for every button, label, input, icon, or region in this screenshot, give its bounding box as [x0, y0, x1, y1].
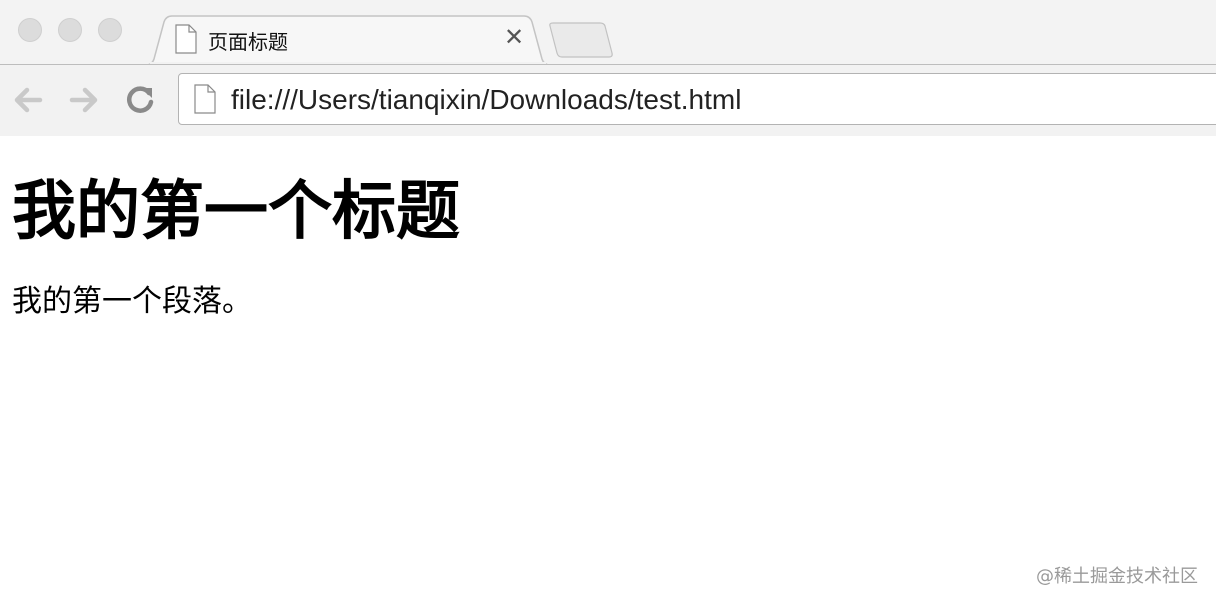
tab-strip: 页面标题 ✕	[0, 0, 1216, 66]
page-content: 我的第一个标题 我的第一个段落。	[0, 136, 1216, 604]
zoom-window-button[interactable]	[98, 18, 122, 42]
arrow-right-icon[interactable]	[66, 82, 102, 118]
url-text[interactable]: file:///Users/tianqixin/Downloads/test.h…	[231, 84, 741, 116]
arrow-left-icon[interactable]	[10, 82, 46, 118]
new-tab-button[interactable]	[548, 22, 614, 58]
address-bar[interactable]: file:///Users/tianqixin/Downloads/test.h…	[178, 73, 1216, 125]
page-heading: 我的第一个标题	[12, 175, 460, 249]
tab-title: 页面标题	[208, 30, 288, 54]
minimize-window-button[interactable]	[58, 18, 82, 42]
close-window-button[interactable]	[18, 18, 42, 42]
close-tab-icon[interactable]: ✕	[502, 26, 526, 50]
toolbar: file:///Users/tianqixin/Downloads/test.h…	[0, 64, 1216, 136]
tab-shape	[136, 15, 560, 66]
page-icon	[194, 84, 216, 114]
page-paragraph: 我的第一个段落。	[12, 284, 252, 319]
reload-icon[interactable]	[122, 82, 158, 118]
watermark: @稀土掘金技术社区	[1036, 566, 1198, 587]
active-tab[interactable]: 页面标题 ✕	[136, 14, 560, 66]
browser-chrome: 页面标题 ✕ file:///Users/tianqixin/Downloads…	[0, 0, 1216, 136]
page-icon	[175, 24, 197, 54]
